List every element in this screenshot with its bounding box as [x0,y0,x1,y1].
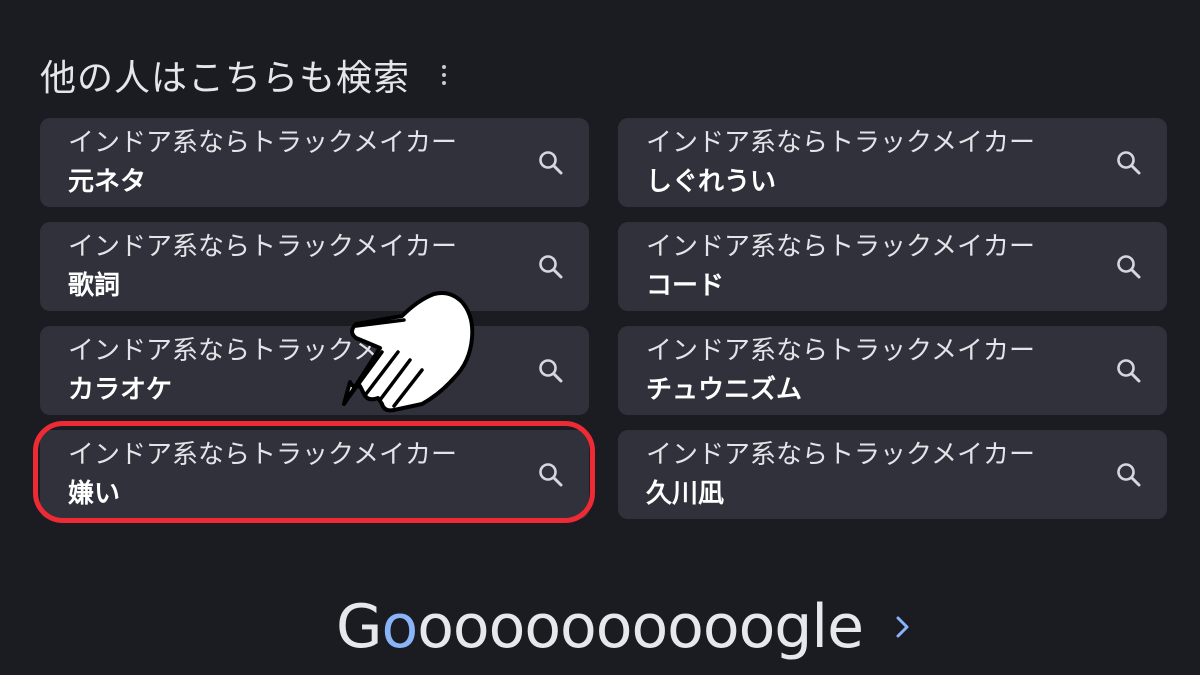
logo-page-letters[interactable]: oooooooooogle [417,592,864,662]
current-page-o: o [381,592,419,662]
related-search-chip[interactable]: インドア系ならトラックメイカー 久川凪 [618,430,1167,519]
more-vert-icon[interactable] [438,60,450,90]
search-icon[interactable] [537,149,565,177]
chip-query-prefix: インドア系ならトラックメイカー [646,336,1035,366]
search-icon[interactable] [537,357,565,385]
chip-query-suffix: 嫌い [68,479,121,509]
logo-letter-g: G [336,592,382,662]
chip-query-suffix: しぐれうい [646,167,777,197]
related-search-chip[interactable]: インドア系ならトラックメイカー カラオケ [40,326,589,415]
search-icon[interactable] [1115,461,1143,489]
chip-query-suffix: カラオケ [68,375,173,405]
chip-query-prefix: インドア系ならトラックメイカー [646,232,1035,262]
chip-query-prefix: インドア系ならトラックメイカー [68,336,457,366]
search-icon[interactable] [1115,357,1143,385]
related-searches-grid: インドア系ならトラックメイカー 元ネタ インドア系ならトラックメイカー しぐれう… [40,118,1167,519]
related-search-chip[interactable]: インドア系ならトラックメイカー コード [618,222,1167,311]
related-search-chip[interactable]: インドア系ならトラックメイカー チュウニズム [618,326,1167,415]
chip-query-suffix: 歌詞 [68,271,121,301]
search-results-page: 他の人はこちらも検索 インドア系ならトラックメイカー 元ネタ インドア系ならトラ… [0,0,1200,675]
section-title: 他の人はこちらも検索 [40,58,411,99]
search-icon[interactable] [1115,149,1143,177]
google-pagination-logo: Gooooooooooogle [336,592,864,662]
chip-query-suffix: 元ネタ [68,167,147,197]
related-searches-header: 他の人はこちらも検索 [40,48,450,102]
related-search-chip[interactable]: インドア系ならトラックメイカー しぐれうい [618,118,1167,207]
search-icon[interactable] [537,461,565,489]
chip-query-prefix: インドア系ならトラックメイカー [68,128,457,158]
chip-query-suffix: 久川凪 [646,479,725,509]
chip-query-suffix: チュウニズム [646,375,803,405]
chevron-right-icon[interactable] [893,612,913,642]
chip-query-prefix: インドア系ならトラックメイカー [646,128,1035,158]
related-search-chip-highlighted[interactable]: インドア系ならトラックメイカー 嫌い [40,430,589,519]
chip-query-prefix: インドア系ならトラックメイカー [68,440,457,470]
search-icon[interactable] [1115,253,1143,281]
pagination-footer: Gooooooooooogle [336,592,913,662]
related-search-chip[interactable]: インドア系ならトラックメイカー 歌詞 [40,222,589,311]
chip-query-prefix: インドア系ならトラックメイカー [68,232,457,262]
related-search-chip[interactable]: インドア系ならトラックメイカー 元ネタ [40,118,589,207]
chip-query-prefix: インドア系ならトラックメイカー [646,440,1035,470]
search-icon[interactable] [537,253,565,281]
chip-query-suffix: コード [646,271,725,301]
